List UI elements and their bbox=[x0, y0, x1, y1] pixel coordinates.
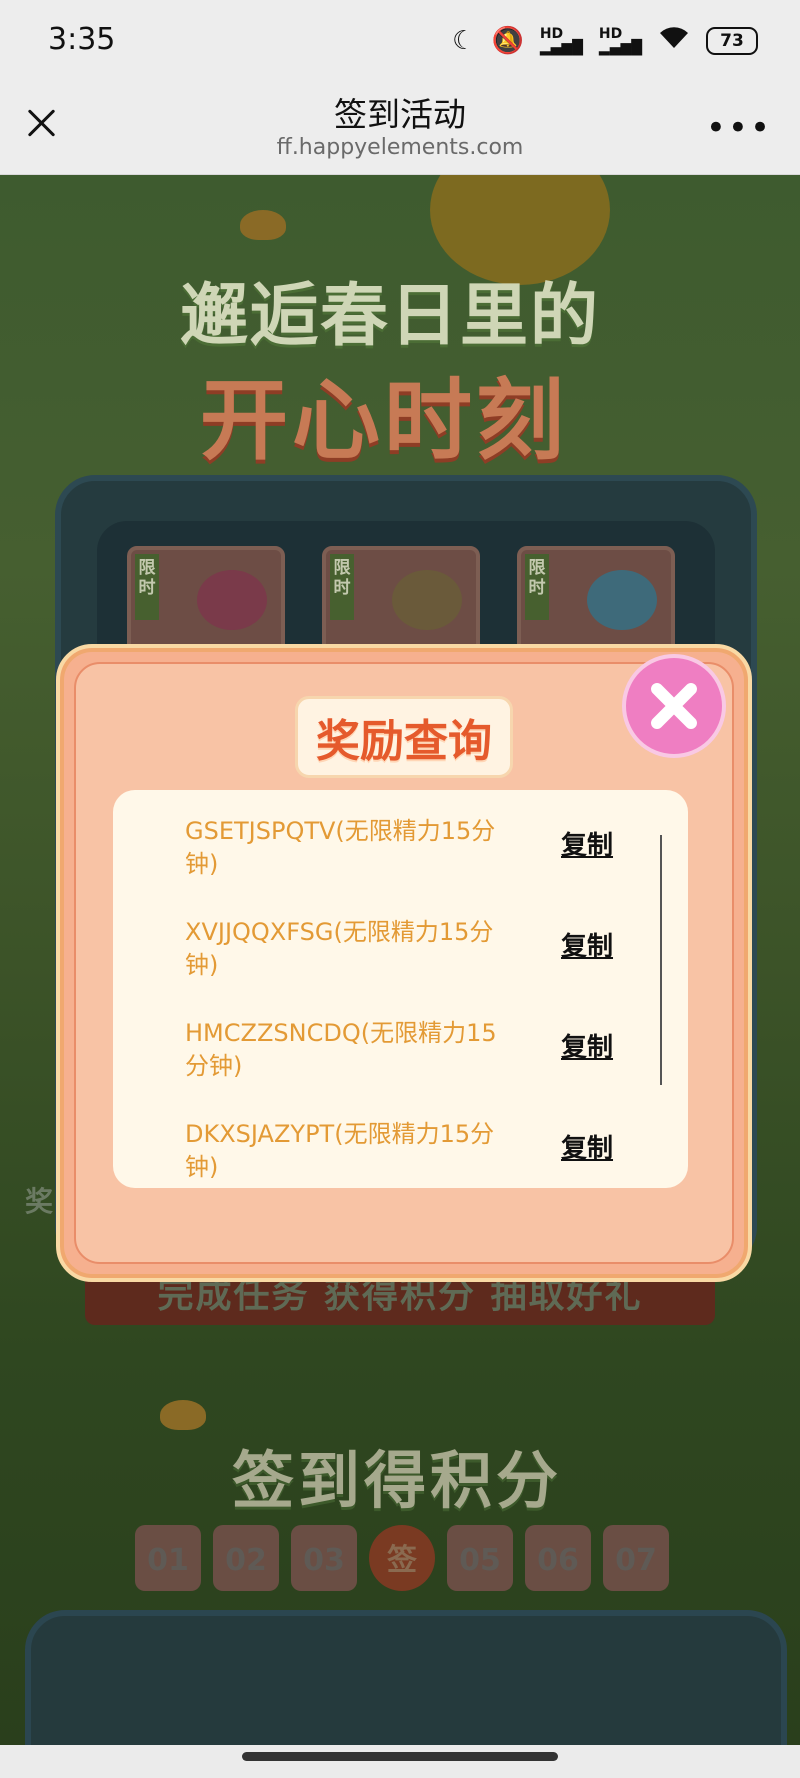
limited-tag: 限时 bbox=[135, 554, 159, 620]
more-options-icon[interactable]: ••• bbox=[706, 108, 772, 148]
day-cell[interactable]: 02 bbox=[213, 1525, 279, 1591]
day-cell[interactable]: 05 bbox=[447, 1525, 513, 1591]
reward-code: DKXSJAZYPT(无限精力15分钟) bbox=[185, 1120, 495, 1181]
rocket-gift-icon bbox=[392, 570, 462, 630]
reward-code: XVJJQQXFSG(无限精力15分钟) bbox=[185, 918, 494, 979]
reward-list[interactable]: GSETJSPQTV(无限精力15分钟) 复制 XVJJQQXFSG(无限精力1… bbox=[113, 790, 688, 1188]
page-url: ff.happyelements.com bbox=[276, 135, 524, 160]
browser-navbar: 签到活动 ff.happyelements.com ••• bbox=[0, 78, 800, 175]
copy-button[interactable]: 复制 bbox=[561, 1128, 613, 1165]
day-cell-checkin[interactable]: 签 bbox=[369, 1525, 435, 1591]
day-cell[interactable]: 07 bbox=[603, 1525, 669, 1591]
battery-indicator: 73 bbox=[706, 26, 758, 55]
gesture-area bbox=[0, 1745, 800, 1778]
pet-characters-icon bbox=[587, 570, 657, 630]
home-indicator[interactable] bbox=[242, 1752, 558, 1761]
limited-tag: 限时 bbox=[525, 554, 549, 620]
copy-button[interactable]: 复制 bbox=[561, 1027, 613, 1064]
moon-icon: ☾ bbox=[452, 25, 476, 56]
reward-code: GSETJSPQTV(无限精力15分钟) bbox=[185, 817, 496, 878]
hd-signal-icon: HD ▂▄▆█ bbox=[539, 25, 583, 56]
status-time: 3:35 bbox=[48, 22, 116, 57]
checkin-board bbox=[25, 1610, 787, 1745]
butterfly-icon bbox=[160, 1400, 206, 1430]
copy-button[interactable]: 复制 bbox=[561, 926, 613, 963]
page-title: 签到活动 bbox=[334, 95, 466, 134]
mute-icon: 🔕 bbox=[491, 25, 524, 56]
status-icons: ☾ 🔕 HD ▂▄▆█ HD ▂▄▆█ 73 bbox=[452, 24, 758, 57]
copy-button[interactable]: 复制 bbox=[561, 825, 613, 862]
owl-icon bbox=[197, 570, 267, 630]
checkin-days: 01 02 03 签 05 06 07 bbox=[135, 1525, 669, 1591]
modal-title-text: 奖励查询 bbox=[295, 696, 513, 778]
day-cell[interactable]: 03 bbox=[291, 1525, 357, 1591]
hd-signal-icon: HD ▂▄▆█ bbox=[598, 25, 642, 56]
status-bar: 3:35 ☾ 🔕 HD ▂▄▆█ HD ▂▄▆█ 73 bbox=[0, 0, 800, 78]
limited-tag: 限时 bbox=[330, 554, 354, 620]
modal-close-button[interactable] bbox=[622, 654, 726, 758]
headline-line2: 开心时刻 bbox=[200, 369, 569, 472]
day-cell[interactable]: 01 bbox=[135, 1525, 201, 1591]
reward-code: HMCZZSNCDQ(无限精力15分钟) bbox=[185, 1019, 497, 1080]
section-title: 签到得积分 bbox=[232, 1444, 563, 1517]
scrollbar[interactable] bbox=[660, 835, 662, 1085]
side-label: 奖 bbox=[25, 1185, 54, 1218]
butterfly-icon bbox=[240, 210, 286, 240]
wifi-icon bbox=[658, 24, 690, 57]
day-cell[interactable]: 06 bbox=[525, 1525, 591, 1591]
headline-line1: 邂逅春日里的 bbox=[180, 277, 601, 356]
